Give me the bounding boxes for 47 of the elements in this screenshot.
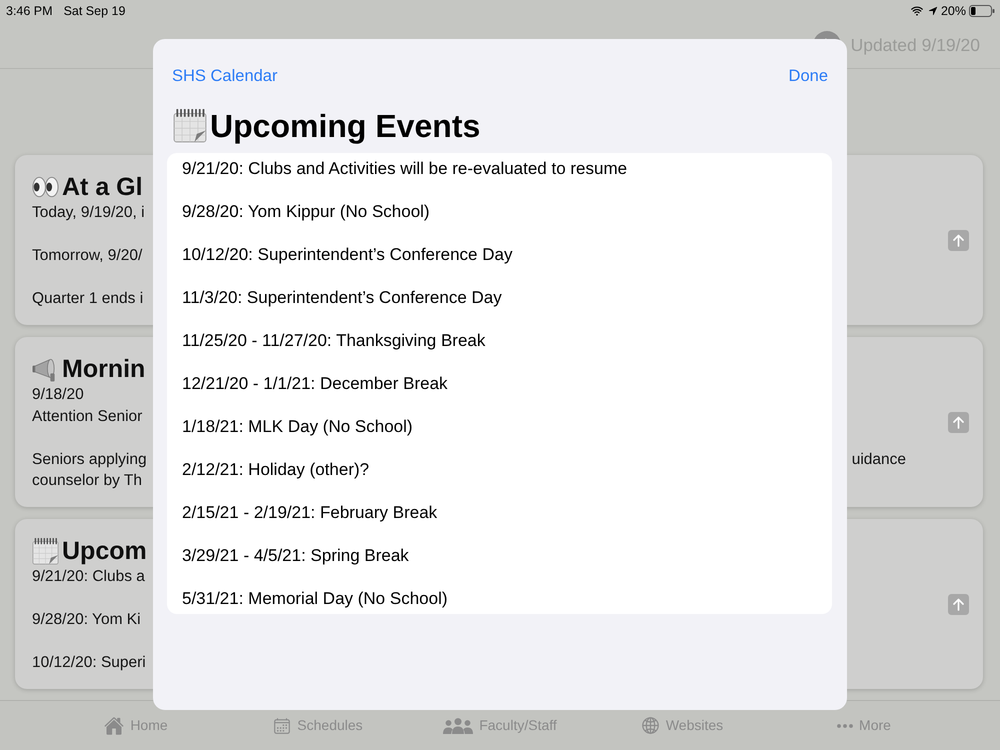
event-text: 3/29/21 - 4/5/21: Spring Break xyxy=(182,545,409,566)
calendar-link[interactable]: SHS Calendar xyxy=(172,66,278,86)
card-text: Tomorrow, 9/20/ xyxy=(32,246,142,266)
card-text: 9/18/20 xyxy=(32,385,84,405)
tab-item[interactable]: Faculty/Staff xyxy=(443,711,557,740)
card-text: 9/21/20: Clubs a xyxy=(32,567,145,587)
event-text: 11/3/20: Superintendent’s Conference Day xyxy=(182,287,502,308)
tab-item[interactable]: Websites xyxy=(640,711,724,740)
card-text: 10/12/20: Superi xyxy=(32,653,146,673)
tab-item[interactable]: Schedules xyxy=(273,711,363,740)
event-text: 10/12/20: Superintendent’s Conference Day xyxy=(182,244,512,266)
card-title: Mornin xyxy=(62,354,146,384)
card-title: At a Gl xyxy=(62,172,143,202)
eyes-icon xyxy=(32,176,59,198)
event-text: 9/21/20: Clubs and Activities will be re-evaluated to resume xyxy=(182,158,628,180)
event-text: 2/12/21: Holiday (other)? xyxy=(182,459,370,480)
calendar-icon xyxy=(173,109,207,143)
battery-percent: 20% xyxy=(940,2,966,20)
status-time: 3:46 PM xyxy=(6,2,53,20)
card-text: Quarter 1 ends i xyxy=(32,289,144,309)
event-text: 1/18/21: MLK Day (No School) xyxy=(182,416,413,438)
globe-icon xyxy=(640,716,660,735)
event-text: 9/28/20: Yom Kippur (No School) xyxy=(182,201,430,222)
card-text: counselor by Th xyxy=(32,471,142,491)
people-icon xyxy=(443,718,474,734)
tab-item[interactable]: Home xyxy=(104,711,168,740)
tab-item[interactable]: More xyxy=(837,711,891,740)
card-text: Seniors applying xyxy=(32,450,147,470)
event-text: 2/15/21 - 2/19/21: February Break xyxy=(182,502,438,524)
home-icon xyxy=(104,716,124,736)
location-arrow-icon xyxy=(928,6,938,16)
status-date: Sat Sep 19 xyxy=(64,2,126,20)
calendar-icon xyxy=(32,538,59,564)
card-text: 9/28/20: Yom Ki xyxy=(32,610,141,630)
calendar-icon xyxy=(273,716,292,734)
sheet-title: Upcoming Events xyxy=(210,107,480,146)
event-text: 5/31/21: Memorial Day (No School) xyxy=(182,588,448,610)
card-text: Today, 9/19/20, i xyxy=(32,203,145,223)
event-text: 11/25/20 - 11/27/20: Thanksgiving Break xyxy=(182,330,486,352)
event-text: 12/21/20 - 1/1/21: December Break xyxy=(182,373,448,394)
done-button[interactable]: Done xyxy=(788,66,828,86)
card-text: Attention Senior xyxy=(32,406,142,426)
card-title: Upcom xyxy=(62,536,147,566)
wifi-icon xyxy=(908,4,925,18)
more-icon xyxy=(837,724,854,728)
card-text: uidance xyxy=(852,450,906,470)
battery-icon xyxy=(969,5,995,17)
